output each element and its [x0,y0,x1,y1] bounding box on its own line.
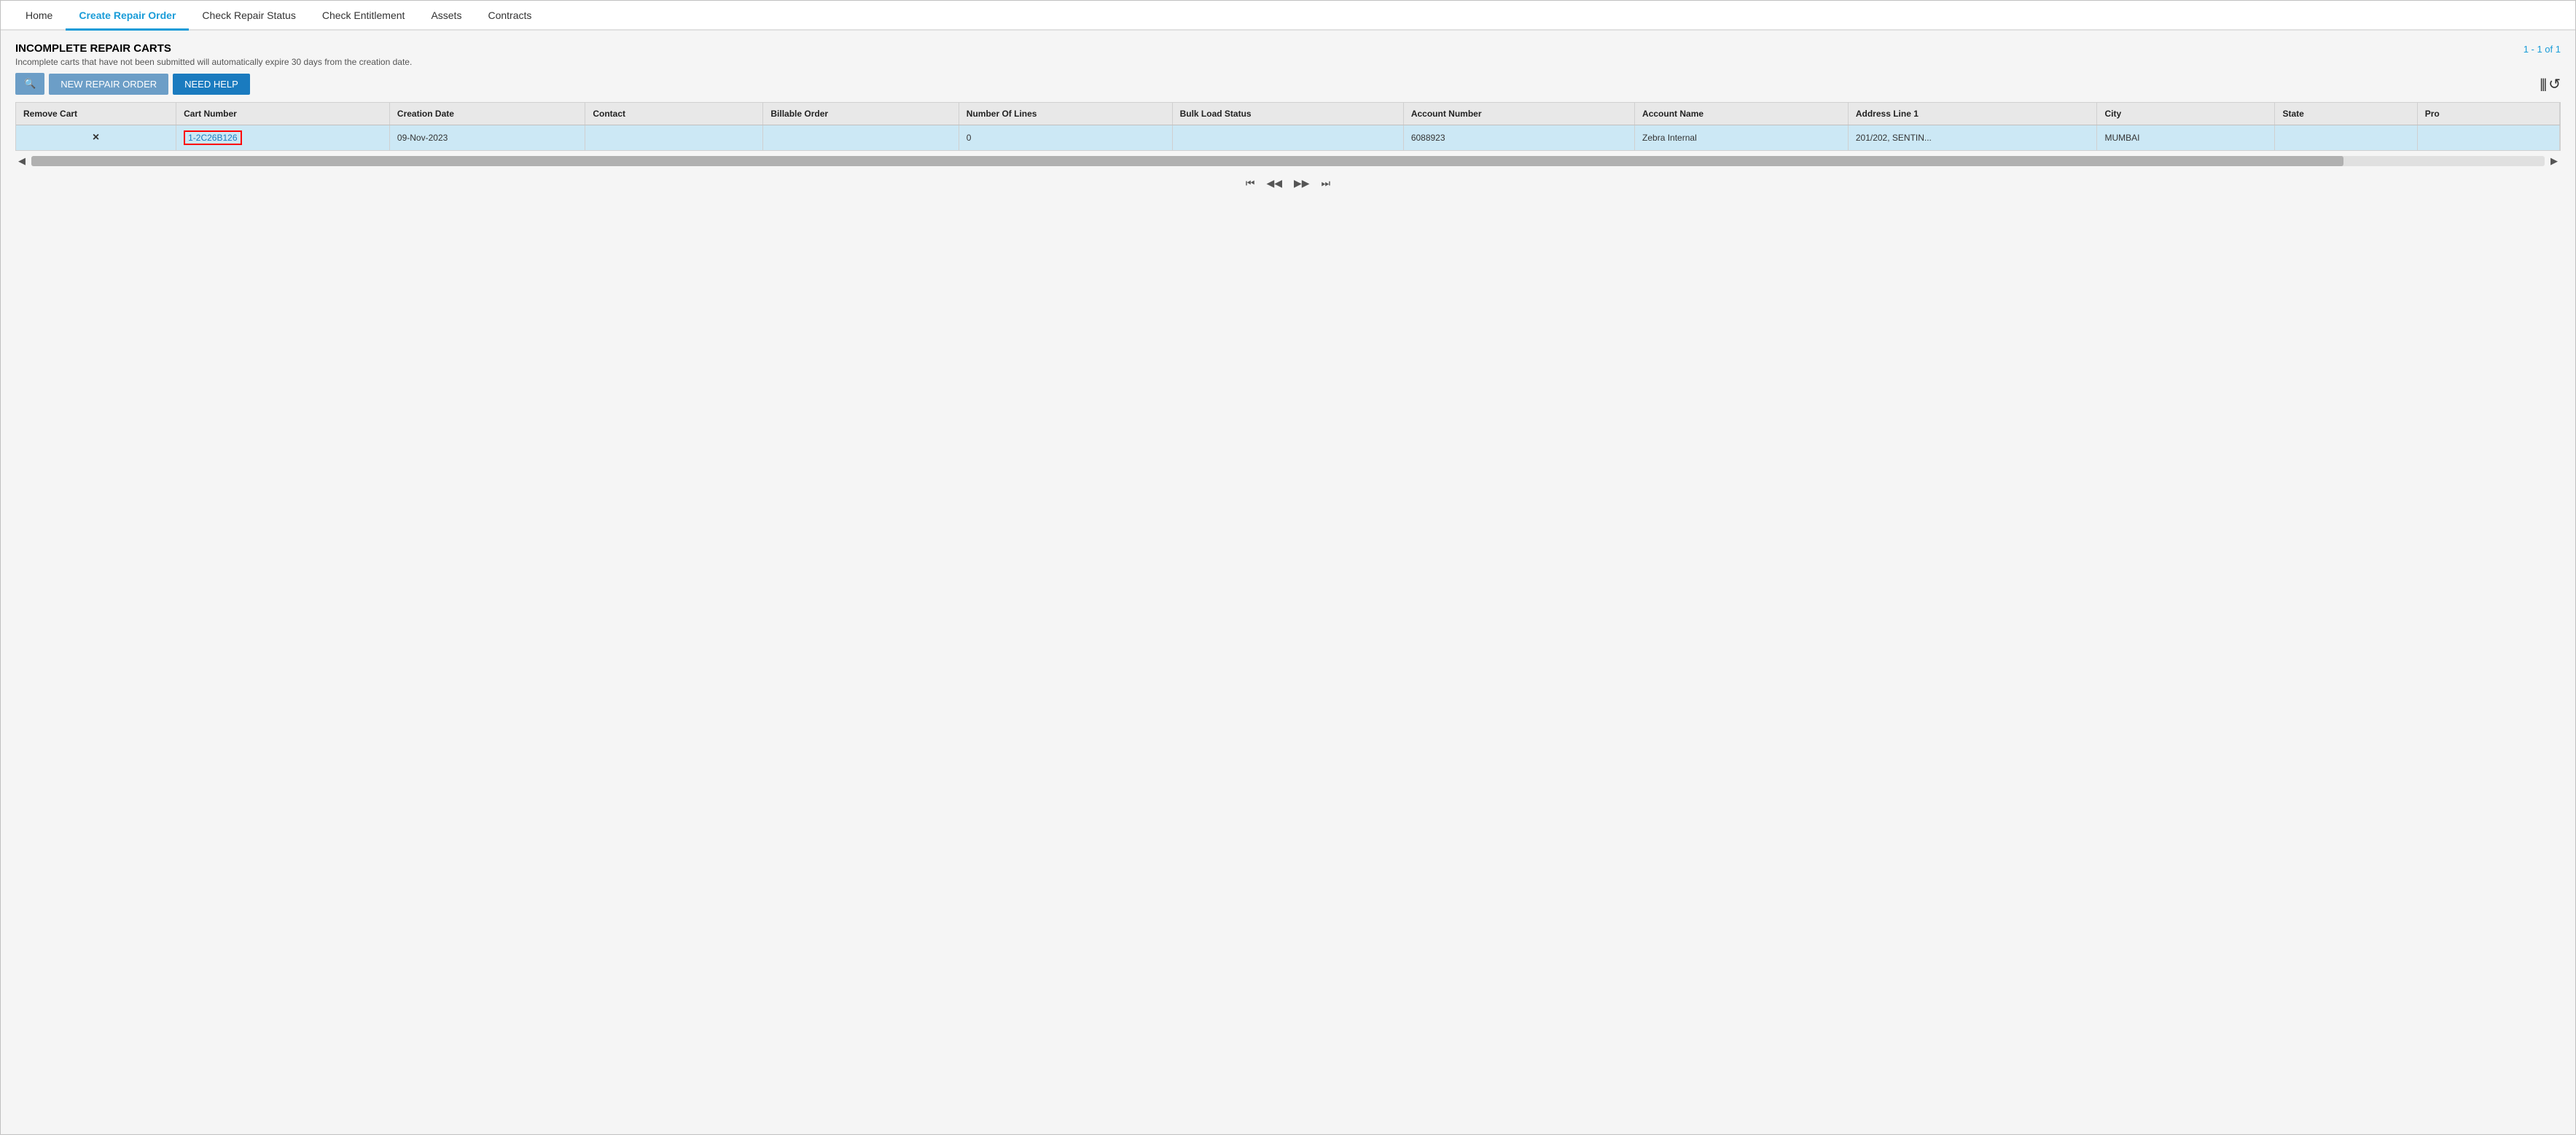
col-header-address-line-1: Address Line 1 [1848,103,2097,125]
billable-order-cell [763,125,959,151]
new-repair-order-button[interactable]: NEW REPAIR ORDER [49,74,168,95]
col-header-bulk-load-status: Bulk Load Status [1172,103,1403,125]
prev-page-button[interactable]: ◀◀ [1263,176,1285,191]
nav-item-contracts[interactable]: Contracts [475,1,545,31]
refresh-icon[interactable]: ↺ [2548,75,2561,93]
scroll-right-arrow[interactable]: ▶ [2548,154,2561,168]
pagination-controls: ⏮ ◀◀ ▶▶ ⏭ [15,171,2561,194]
col-header-remove-cart: Remove Cart [16,103,176,125]
pro-cell [2417,125,2559,151]
col-header-state: State [2275,103,2417,125]
scroll-left-arrow[interactable]: ◀ [15,154,28,168]
number-of-lines-cell: 0 [959,125,1172,151]
contact-cell [585,125,763,151]
section-title: INCOMPLETE REPAIR CARTS [15,42,412,55]
address-line-1-cell: 201/202, SENTIN... [1848,125,2097,151]
toolbar-left: 🔍 NEW REPAIR ORDER NEED HELP [15,73,250,95]
columns-icon[interactable]: ||| [2540,77,2545,92]
last-page-button[interactable]: ⏭ [1319,176,1334,191]
col-header-city: City [2097,103,2275,125]
section-header: INCOMPLETE REPAIR CARTS Incomplete carts… [15,42,2561,67]
horizontal-scrollbar[interactable] [31,156,2545,166]
state-cell [2275,125,2417,151]
repair-carts-table: Remove Cart Cart Number Creation Date Co… [16,103,2560,150]
cart-number-link[interactable]: 1-2C26B126 [184,130,241,145]
section-subtitle: Incomplete carts that have not been subm… [15,57,412,67]
col-header-cart-number: Cart Number [176,103,390,125]
search-button[interactable]: 🔍 [15,73,44,95]
search-icon: 🔍 [24,78,36,89]
toolbar: 🔍 NEW REPAIR ORDER NEED HELP ||| ↺ [15,73,2561,95]
main-content: INCOMPLETE REPAIR CARTS Incomplete carts… [1,31,2575,1134]
table-wrapper: Remove Cart Cart Number Creation Date Co… [15,102,2561,151]
account-name-cell: Zebra Internal [1635,125,1849,151]
account-number-cell: 6088923 [1403,125,1634,151]
toolbar-right: ||| ↺ [2540,75,2561,93]
need-help-button[interactable]: NEED HELP [173,74,250,95]
first-page-button[interactable]: ⏮ [1243,176,1258,191]
col-header-account-name: Account Name [1635,103,1849,125]
pagination-info: 1 - 1 of 1 [2524,42,2561,55]
nav-item-create-repair-order[interactable]: Create Repair Order [66,1,189,31]
creation-date-cell: 09-Nov-2023 [389,125,585,151]
city-cell: MUMBAI [2097,125,2275,151]
col-header-number-of-lines: Number Of Lines [959,103,1172,125]
bulk-load-status-cell [1172,125,1403,151]
next-page-button[interactable]: ▶▶ [1291,176,1313,191]
table-row[interactable]: × 1-2C26B126 09-Nov-2023 0 6088923Zebra Inte… [16,125,2560,151]
nav-item-assets[interactable]: Assets [418,1,475,31]
section-title-block: INCOMPLETE REPAIR CARTS Incomplete carts… [15,42,412,67]
cart-number-cell[interactable]: 1-2C26B126 [176,125,390,151]
col-header-billable-order: Billable Order [763,103,959,125]
col-header-pro: Pro [2417,103,2559,125]
navigation: HomeCreate Repair OrderCheck Repair Stat… [1,1,2575,31]
nav-item-home[interactable]: Home [12,1,66,31]
col-header-account-number: Account Number [1403,103,1634,125]
col-header-creation-date: Creation Date [389,103,585,125]
col-header-contact: Contact [585,103,763,125]
nav-item-check-entitlement[interactable]: Check Entitlement [309,1,418,31]
scrollbar-thumb [31,156,2343,166]
table-header-row: Remove Cart Cart Number Creation Date Co… [16,103,2560,125]
nav-item-check-repair-status[interactable]: Check Repair Status [189,1,308,31]
remove-cart-cell[interactable]: × [16,125,176,151]
